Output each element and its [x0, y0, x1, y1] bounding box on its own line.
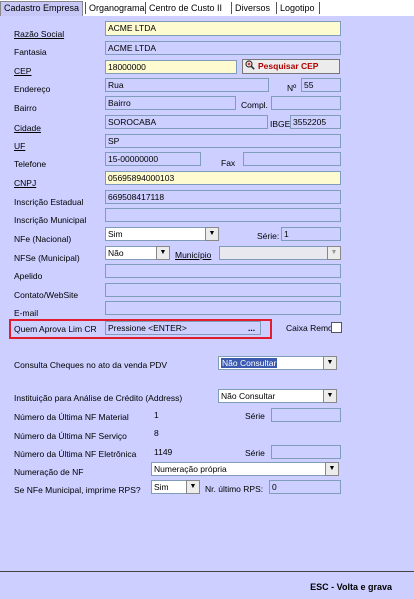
ultima-nf-servico-input[interactable]: 8: [151, 426, 341, 440]
nfse-municipal-label: NFSe (Municipal): [14, 253, 80, 263]
apelido-label: Apelido: [14, 271, 43, 281]
compl-input[interactable]: [271, 96, 341, 110]
pesquisar-cep-button[interactable]: Pesquisar CEP: [242, 59, 340, 74]
cep-input[interactable]: 18000000: [105, 60, 237, 74]
cep-label: CEP: [14, 66, 32, 76]
tab-separator: [319, 2, 320, 14]
consulta-cheques-select[interactable]: Não Consultar: [218, 356, 324, 370]
chevron-down-icon[interactable]: ▼: [156, 246, 170, 260]
serie-eletronica-input[interactable]: [271, 445, 341, 459]
inscricao-estadual-label: Inscrição Estadual: [14, 197, 84, 207]
contato-website-input[interactable]: [105, 283, 341, 297]
ultima-nf-material-input[interactable]: 1: [151, 408, 221, 422]
uf-label: UF: [14, 141, 26, 151]
imprime-rps-label: Se NFe Municipal, imprime RPS?: [14, 485, 141, 495]
endereco-input[interactable]: Rua: [105, 78, 269, 92]
consulta-cheques-label: Consulta Cheques no ato da venda PDV: [14, 360, 168, 370]
ultima-nf-material-label: Número da Última NF Material: [14, 412, 129, 422]
pesquisar-cep-label: Pesquisar CEP: [258, 61, 319, 71]
chevron-down-icon[interactable]: ▼: [205, 227, 219, 241]
fantasia-input[interactable]: ACME LTDA: [105, 41, 341, 55]
chevron-down-icon[interactable]: ▼: [186, 480, 200, 494]
serie-input[interactable]: 1: [281, 227, 341, 241]
tab-cadastro-empresa[interactable]: Cadastro Empresa: [0, 1, 84, 16]
razao-social-input[interactable]: ACME LTDA: [105, 21, 341, 36]
esc-hint: ESC - Volta e grava: [310, 582, 392, 592]
cidade-label: Cidade: [14, 123, 41, 133]
serie-eletronica-label: Série: [245, 448, 265, 458]
ultima-nf-eletronica-input[interactable]: 1149: [151, 445, 221, 459]
tab-logotipo[interactable]: Logotipo: [277, 1, 318, 16]
inscricao-municipal-label: Inscrição Municipal: [14, 215, 87, 225]
instituicao-credito-select[interactable]: Não Consultar: [218, 389, 324, 403]
nfse-municipal-select[interactable]: Não: [105, 246, 158, 260]
nfe-nacional-label: NFe (Nacional): [14, 234, 72, 244]
numero-label: Nº: [287, 83, 297, 93]
serie-material-input[interactable]: [271, 408, 341, 422]
cnpj-input[interactable]: 05695894000103: [105, 171, 341, 185]
tab-organograma[interactable]: Organograma: [86, 1, 148, 16]
cnpj-label: CNPJ: [14, 178, 37, 188]
ultima-nf-servico-label: Número da Última NF Serviço: [14, 431, 127, 441]
consulta-cheques-value: Não Consultar: [221, 358, 278, 368]
fax-input[interactable]: [243, 152, 341, 166]
endereco-label: Endereço: [14, 84, 51, 94]
tab-diversos[interactable]: Diversos: [232, 1, 274, 16]
quem-aprova-lookup-button[interactable]: ...: [248, 322, 255, 335]
numeracao-nf-label: Numeração de NF: [14, 467, 84, 477]
cidade-input[interactable]: SOROCABA: [105, 115, 268, 129]
search-icon: [245, 60, 255, 70]
uf-input[interactable]: SP: [105, 134, 341, 148]
municipio-label: Município: [175, 250, 212, 260]
numeracao-nf-select[interactable]: Numeração própria: [151, 462, 327, 476]
serie-label: Série:: [257, 231, 280, 241]
quem-aprova-input[interactable]: Pressione <ENTER>: [105, 321, 261, 335]
ibge-label: IBGE: [270, 119, 291, 129]
telefone-label: Telefone: [14, 159, 47, 169]
ultima-nf-eletronica-label: Número da Última NF Eletrônica: [14, 449, 137, 459]
ultimo-rps-label: Nr. último RPS:: [205, 484, 264, 494]
inscricao-municipal-input[interactable]: [105, 208, 341, 222]
email-input[interactable]: [105, 301, 341, 315]
telefone-input[interactable]: 15-00000000: [105, 152, 201, 166]
bairro-input[interactable]: Bairro: [105, 96, 236, 110]
quem-aprova-label: Quem Aprova Lim CR: [14, 324, 97, 334]
compl-label: Compl.: [241, 100, 268, 110]
caixa-remoto-checkbox[interactable]: [331, 322, 342, 333]
bairro-label: Bairro: [14, 103, 37, 113]
inscricao-estadual-input[interactable]: 669508417118: [105, 190, 341, 204]
fax-label: Fax: [221, 158, 236, 168]
chevron-down-icon: ▼: [327, 246, 341, 260]
ultimo-rps-input[interactable]: 0: [269, 480, 341, 494]
chevron-down-icon[interactable]: ▼: [323, 389, 337, 403]
serie-material-label: Série: [245, 411, 265, 421]
ibge-input[interactable]: 3552205: [290, 115, 341, 129]
numero-input[interactable]: 55: [301, 78, 341, 92]
tab-centro-de-custo[interactable]: Centro de Custo II: [146, 1, 226, 16]
municipio-select[interactable]: [219, 246, 341, 260]
instituicao-credito-label: Instituição para Análise de Crédito (Add…: [14, 393, 183, 403]
footer-bar: ESC - Volta e grava: [0, 571, 414, 599]
contato-website-label: Contato/WebSite: [14, 290, 79, 300]
cadastro-empresa-panel: Razão Social ACME LTDA Fantasia ACME LTD…: [0, 16, 414, 571]
nfe-nacional-select[interactable]: Sim: [105, 227, 209, 241]
fantasia-label: Fantasia: [14, 47, 47, 57]
tab-bar: Cadastro Empresa Organograma Centro de C…: [0, 0, 414, 16]
apelido-input[interactable]: [105, 264, 341, 278]
razao-social-label: Razão Social: [14, 29, 65, 39]
chevron-down-icon[interactable]: ▼: [323, 356, 337, 370]
chevron-down-icon[interactable]: ▼: [325, 462, 339, 476]
